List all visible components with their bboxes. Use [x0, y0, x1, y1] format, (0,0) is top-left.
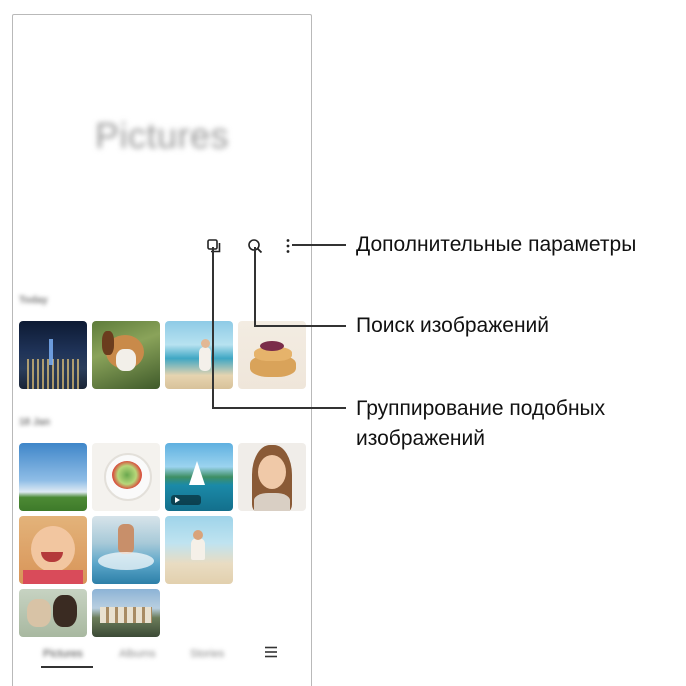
- photo-thumbnail-salad[interactable]: [92, 443, 160, 511]
- section-label-18-jan: 18 Jan: [19, 417, 51, 428]
- tab-pictures[interactable]: Pictures: [43, 648, 83, 660]
- callout-line-group-horizontal: [212, 407, 346, 409]
- more-options-icon[interactable]: [279, 237, 297, 255]
- tab-albums[interactable]: Albums: [119, 648, 156, 660]
- photo-thumbnail-portrait-woman[interactable]: [238, 443, 306, 511]
- photo-thumbnail-dog[interactable]: [92, 321, 160, 389]
- section-label-today: Today: [19, 295, 48, 306]
- callout-line-group-vertical: [212, 247, 214, 409]
- tab-stories[interactable]: Stories: [190, 648, 224, 660]
- callout-line-search-horizontal: [254, 325, 346, 327]
- callout-line-search-vertical: [254, 247, 256, 327]
- group-similar-icon[interactable]: [205, 237, 223, 255]
- photo-thumbnail-puppies[interactable]: [19, 589, 87, 637]
- callout-line-more-options: [292, 244, 346, 246]
- page-title: Pictures: [94, 115, 230, 156]
- callout-group-similar-line2: изображений: [356, 427, 485, 450]
- photo-thumbnail-child-laughing[interactable]: [19, 516, 87, 584]
- callout-search: Поиск изображений: [356, 314, 549, 337]
- active-tab-indicator: [41, 666, 93, 668]
- video-thumbnail-sailboat[interactable]: [165, 443, 233, 511]
- callout-group-similar-line1: Группирование подобных: [356, 397, 606, 420]
- photo-thumbnail-sky-field[interactable]: [19, 443, 87, 511]
- bottom-navigation: Pictures Albums Stories: [13, 636, 311, 686]
- menu-icon[interactable]: [263, 644, 279, 660]
- photo-thumbnail-beach-child[interactable]: [165, 321, 233, 389]
- phone-screen: Pictures Today 18 Jan Pictures Albums St…: [12, 14, 312, 686]
- photo-thumbnail-girl-on-beach[interactable]: [165, 516, 233, 584]
- photo-thumbnail-pool-splash[interactable]: [92, 516, 160, 584]
- photo-thumbnail-city-night[interactable]: [19, 321, 87, 389]
- callout-more-options: Дополнительные параметры: [356, 233, 637, 256]
- photo-thumbnail-pancakes[interactable]: [238, 321, 306, 389]
- photo-thumbnail-village[interactable]: [92, 589, 160, 637]
